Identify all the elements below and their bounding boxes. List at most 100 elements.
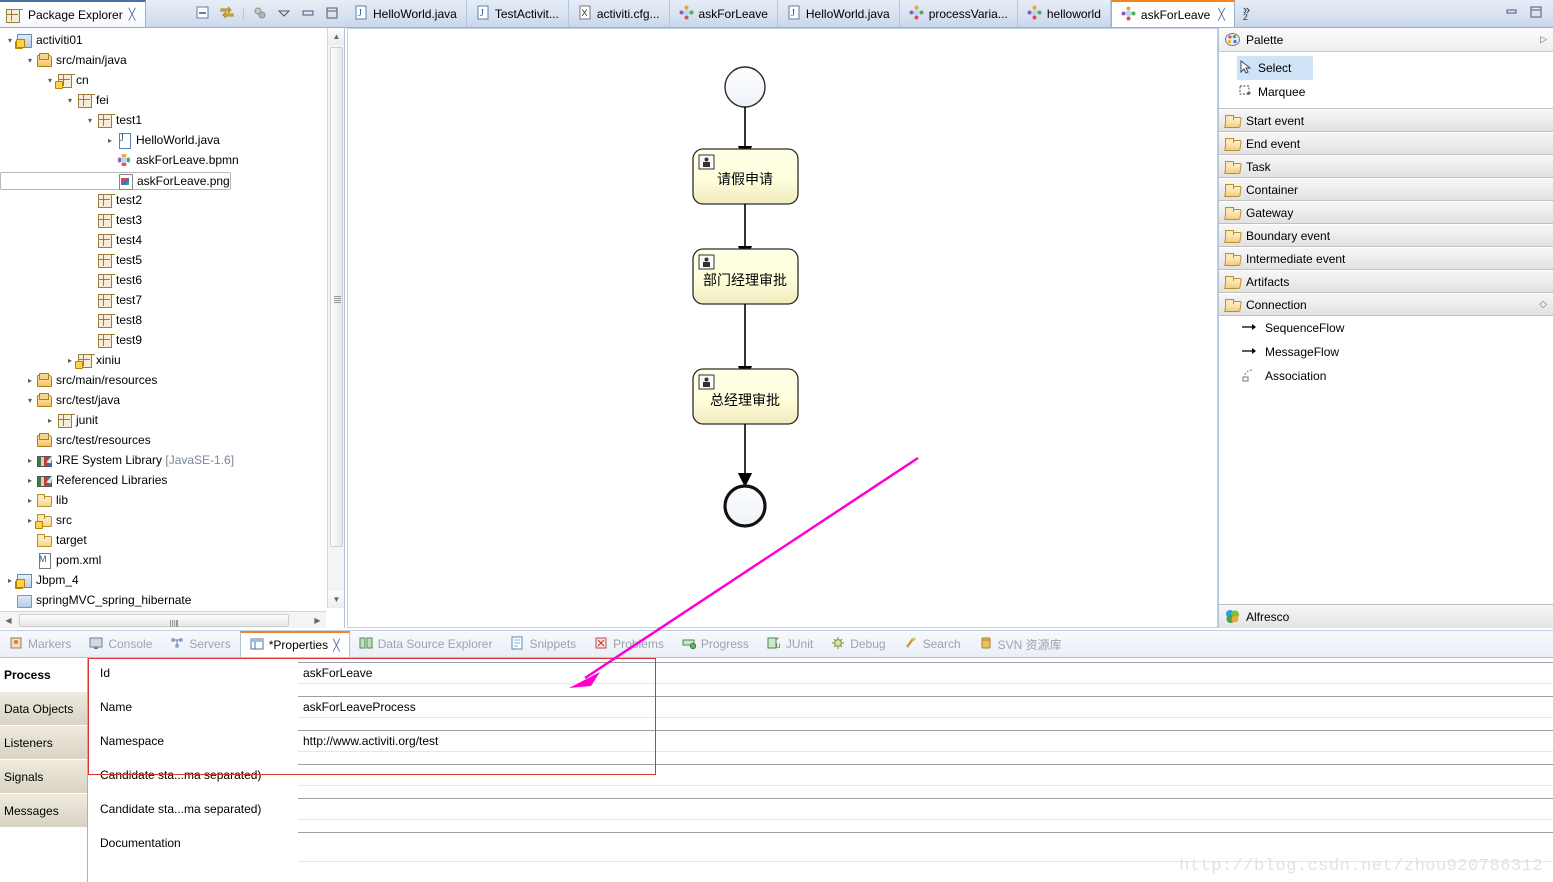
tree-item[interactable]: pom.xml <box>0 550 326 570</box>
bottom-tab-svn资源库[interactable]: SVN 资源库 <box>970 631 1071 657</box>
bottom-tab-servers[interactable]: Servers <box>161 631 239 657</box>
tree-item[interactable]: junit <box>0 410 326 430</box>
tree-vertical-scrollbar[interactable]: ▲ ▼ <box>327 28 344 608</box>
bottom-tab-properties[interactable]: *Properties ╳ <box>239 631 350 657</box>
palette-footer[interactable]: Alfresco <box>1219 604 1553 628</box>
tree-expand-closed-icon[interactable] <box>24 456 36 465</box>
expand-icon[interactable]: ▷ <box>1540 34 1547 45</box>
bpmn-diagram-canvas[interactable]: 请假申请 部门经理审批 总经理审批 <box>347 28 1218 628</box>
tree-item[interactable]: cn <box>0 70 326 90</box>
editor-tab-8[interactable]: askForLeave ╳ <box>1110 0 1235 27</box>
tree-expand-open-icon[interactable] <box>64 96 76 105</box>
tree-item[interactable]: fei <box>0 90 326 110</box>
tree-item[interactable]: test8 <box>0 310 326 330</box>
hscroll-thumb[interactable] <box>19 614 289 627</box>
tree-expand-closed-icon[interactable] <box>104 136 116 145</box>
property-input[interactable] <box>298 764 1553 786</box>
tree-expand-open-icon[interactable] <box>24 56 36 65</box>
editor-tab-7[interactable]: helloworld <box>1018 0 1111 27</box>
close-icon[interactable]: ╳ <box>129 8 136 21</box>
tree-item[interactable]: test6 <box>0 270 326 290</box>
tree-item[interactable]: JRE System Library [JavaSE-1.6] <box>0 450 326 470</box>
tree-item[interactable]: test2 <box>0 190 326 210</box>
palette-drawer-artifacts[interactable]: Artifacts <box>1219 270 1553 293</box>
maximize-icon[interactable] <box>1529 5 1543 22</box>
end-event-node[interactable] <box>723 484 767 528</box>
tree-expand-closed-icon[interactable] <box>24 376 36 385</box>
palette-connection-messageflow[interactable]: MessageFlow <box>1219 340 1553 364</box>
editor-tab-6[interactable]: processVaria... <box>900 0 1018 27</box>
palette-drawer-connection[interactable]: Connection ◇ <box>1219 293 1553 316</box>
bottom-tab-progress[interactable]: Progress <box>673 631 758 657</box>
tree-expand-open-icon[interactable] <box>84 116 96 125</box>
tree-item[interactable]: activiti01 <box>0 30 326 50</box>
tree-item[interactable]: src/main/java <box>0 50 326 70</box>
properties-tab-signals[interactable]: Signals <box>0 760 87 794</box>
tree-expand-closed-icon[interactable] <box>44 416 56 425</box>
scroll-left-icon[interactable]: ◀ <box>0 612 17 628</box>
tree-item[interactable]: src <box>0 510 326 530</box>
minimize-icon[interactable] <box>299 4 317 22</box>
collapse-all-icon[interactable] <box>194 4 212 22</box>
editor-tab-2[interactable]: J TestActivit... <box>467 0 569 27</box>
property-input[interactable]: askForLeave <box>298 662 1553 684</box>
task-node-1[interactable]: 请假申请 <box>692 148 799 205</box>
bottom-tab-junit[interactable]: * u JUnit <box>758 631 822 657</box>
bottom-tab-console[interactable]: Console <box>80 631 161 657</box>
link-with-editor-icon[interactable] <box>218 4 236 22</box>
tree-item[interactable]: target <box>0 530 326 550</box>
bpmn-diagram[interactable]: 请假申请 部门经理审批 总经理审批 <box>348 29 1217 627</box>
properties-tab-data-objects[interactable]: Data Objects <box>0 692 87 726</box>
palette-drawer-gateway[interactable]: Gateway <box>1219 201 1553 224</box>
palette-drawer-intermediate-event[interactable]: Intermediate event <box>1219 247 1553 270</box>
more-tabs-button[interactable]: » 2 <box>1235 0 1258 27</box>
palette-drawer-end-event[interactable]: End event <box>1219 132 1553 155</box>
palette-drawer-start-event[interactable]: Start event <box>1219 109 1553 132</box>
bottom-tab-problems[interactable]: Problems <box>585 631 673 657</box>
tab-package-explorer[interactable]: Package Explorer ╳ <box>0 0 146 27</box>
tree-item[interactable]: test1 <box>0 110 326 130</box>
property-input[interactable] <box>298 798 1553 820</box>
tree-item[interactable]: HelloWorld.java <box>0 130 326 150</box>
editor-tab-5[interactable]: J HelloWorld.java <box>778 0 900 27</box>
scroll-thumb[interactable] <box>330 47 343 547</box>
tree-expand-closed-icon[interactable] <box>24 496 36 505</box>
scroll-right-icon[interactable]: ▶ <box>309 612 326 628</box>
tree-item[interactable]: test3 <box>0 210 326 230</box>
chevron-down-icon[interactable] <box>275 4 293 22</box>
tree-item[interactable]: test5 <box>0 250 326 270</box>
palette-drawer-boundary-event[interactable]: Boundary event <box>1219 224 1553 247</box>
tree-item[interactable]: Referenced Libraries <box>0 470 326 490</box>
editor-tab-1[interactable]: J HelloWorld.java <box>345 0 467 27</box>
bottom-tab-debug[interactable]: Debug <box>822 631 894 657</box>
palette-connection-association[interactable]: Association <box>1219 364 1553 388</box>
start-event-node[interactable] <box>724 66 766 108</box>
bottom-tab-search[interactable]: Search <box>895 631 970 657</box>
tree-item[interactable]: lib <box>0 490 326 510</box>
tree-item[interactable]: Jbpm_4 <box>0 570 326 590</box>
tree-expand-closed-icon[interactable] <box>24 476 36 485</box>
properties-tab-process[interactable]: Process <box>0 658 87 692</box>
tree-item[interactable]: test9 <box>0 330 326 350</box>
properties-tab-listeners[interactable]: Listeners <box>0 726 87 760</box>
property-input[interactable]: http://www.activiti.org/test <box>298 730 1553 752</box>
collapse-drawer-icon[interactable]: ◇ <box>1539 299 1547 310</box>
close-icon[interactable]: ╳ <box>1218 8 1225 21</box>
palette-tool-select[interactable]: Select <box>1237 56 1313 80</box>
palette-drawer-container[interactable]: Container <box>1219 178 1553 201</box>
tree-item[interactable]: test7 <box>0 290 326 310</box>
diagram-surface[interactable]: 请假申请 部门经理审批 总经理审批 <box>348 29 1217 627</box>
property-input[interactable]: askForLeaveProcess <box>298 696 1553 718</box>
tree-item[interactable]: springMVC_spring_hibernate <box>0 590 326 610</box>
tree-item[interactable]: src/test/resources <box>0 430 326 450</box>
palette-drawer-task[interactable]: Task <box>1219 155 1553 178</box>
close-icon[interactable]: ╳ <box>333 639 340 652</box>
task-node-2[interactable]: 部门经理审批 <box>692 248 799 305</box>
view-menu-icon[interactable] <box>251 4 269 22</box>
scroll-down-icon[interactable]: ▼ <box>328 591 344 608</box>
tree-expand-open-icon[interactable] <box>24 396 36 405</box>
maximize-icon[interactable] <box>323 4 341 22</box>
tree-horizontal-scrollbar[interactable]: ◀ ▶ <box>0 611 326 628</box>
minimize-icon[interactable] <box>1505 5 1519 22</box>
tree-item[interactable]: xiniu <box>0 350 326 370</box>
